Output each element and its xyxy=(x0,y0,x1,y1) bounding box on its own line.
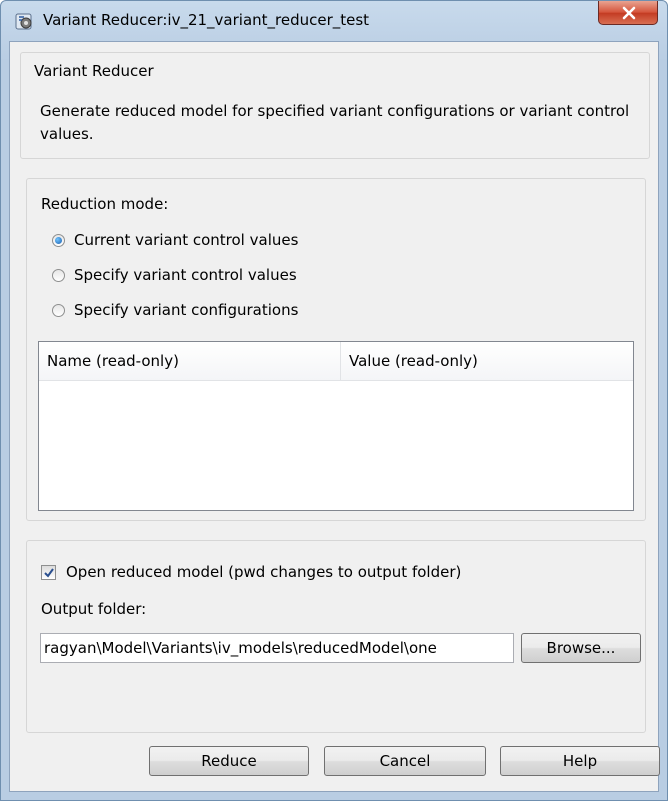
group-legend: Variant Reducer xyxy=(34,62,154,80)
radio-label: Specify variant control values xyxy=(74,266,297,284)
open-reduced-model-label[interactable]: Open reduced model (pwd changes to outpu… xyxy=(66,563,461,581)
reduce-button[interactable]: Reduce xyxy=(149,746,309,776)
radio-button[interactable] xyxy=(52,303,65,317)
variant-values-table[interactable]: Name (read-only) Value (read-only) xyxy=(38,341,634,511)
title-bar[interactable]: Variant Reducer:iv_21_variant_reducer_te… xyxy=(1,1,667,41)
window-title: Variant Reducer:iv_21_variant_reducer_te… xyxy=(43,11,370,29)
browse-button[interactable]: Browse... xyxy=(521,633,641,663)
open-reduced-model-checkbox[interactable] xyxy=(41,565,56,580)
radio-specify-control-values[interactable]: Specify variant control values xyxy=(52,264,297,286)
output-folder-input[interactable]: ragyan\Model\Variants\iv_models\reducedM… xyxy=(40,633,514,663)
checkmark-icon xyxy=(44,568,54,578)
radio-label: Specify variant configurations xyxy=(74,301,299,319)
variant-reducer-icon xyxy=(15,12,35,32)
output-folder-label: Output folder: xyxy=(41,600,147,618)
cancel-button[interactable]: Cancel xyxy=(324,746,486,776)
help-button[interactable]: Help xyxy=(500,746,660,776)
radio-label: Current variant control values xyxy=(74,231,299,249)
close-button[interactable] xyxy=(598,1,658,25)
radio-button-selected[interactable] xyxy=(52,233,65,247)
radio-current-control-values[interactable]: Current variant control values xyxy=(52,229,298,251)
radio-button[interactable] xyxy=(52,268,65,282)
column-header-name[interactable]: Name (read-only) xyxy=(39,342,341,380)
reduction-mode-label: Reduction mode: xyxy=(41,195,169,213)
column-header-value[interactable]: Value (read-only) xyxy=(341,342,633,380)
close-icon xyxy=(622,6,636,20)
description-text: Generate reduced model for specified var… xyxy=(40,102,630,143)
radio-specify-configurations[interactable]: Specify variant configurations xyxy=(52,299,298,321)
table-header: Name (read-only) Value (read-only) xyxy=(39,342,633,381)
